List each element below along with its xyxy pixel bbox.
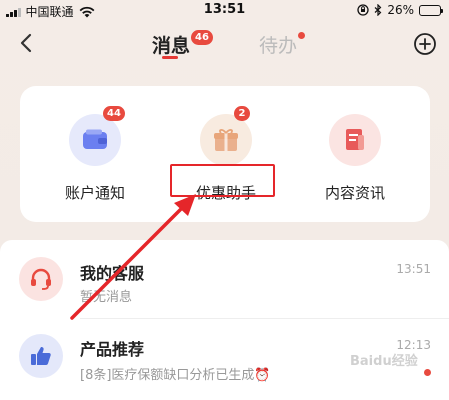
tab-messages[interactable]: 消息 (152, 31, 190, 58)
thumbs-up-icon (19, 334, 63, 378)
list-item-title: 产品推荐 (80, 340, 145, 359)
status-right: 26% (357, 3, 443, 17)
list-item-time: 13:51 (396, 262, 431, 276)
quick-action-label: 账户通知 (64, 184, 125, 202)
wallet-icon: 44 (69, 106, 125, 166)
bluetooth-icon (374, 4, 382, 16)
orientation-lock-icon (357, 4, 369, 16)
top-nav: 消息 46 待办 (0, 24, 449, 64)
gift-icon: 2 (200, 106, 252, 166)
chevron-left-icon[interactable] (14, 29, 40, 57)
status-bar: 中国联通 13:51 26% (0, 0, 449, 22)
list-item-title: 我的客服 (80, 264, 145, 283)
message-list: 我的客服 暂无消息 13:51 产品推荐 [8条]医疗保额缺口分析已生成⏰ 12… (0, 240, 449, 400)
messages-badge: 46 (191, 30, 213, 45)
battery-icon (419, 4, 443, 16)
account-notice-badge: 44 (103, 106, 125, 121)
discount-helper-badge: 2 (234, 106, 250, 121)
highlight-box (170, 164, 275, 197)
row-divider (80, 318, 449, 319)
quick-action-label: 内容资讯 (324, 184, 385, 202)
headset-icon (19, 257, 63, 301)
battery-percent: 26% (387, 3, 414, 17)
quick-actions-card: 44 账户通知 2 优惠助手 内容资讯 (20, 86, 430, 222)
watermark: Baidu经验 (350, 354, 418, 369)
active-tab-underline (162, 56, 178, 59)
quick-action-account-notice[interactable]: 44 账户通知 (40, 106, 150, 203)
quick-action-content-news[interactable]: 内容资讯 (300, 114, 410, 203)
list-item-subtitle: [8条]医疗保额缺口分析已生成⏰ (80, 368, 271, 383)
list-item-subtitle: 暂无消息 (80, 290, 133, 305)
unread-dot (424, 369, 431, 376)
todo-dot (298, 32, 305, 39)
tab-todo[interactable]: 待办 (259, 31, 297, 58)
list-item-customer-service[interactable]: 我的客服 暂无消息 13:51 (0, 240, 449, 320)
plus-circle-icon[interactable] (413, 32, 437, 56)
document-icon (329, 114, 381, 166)
